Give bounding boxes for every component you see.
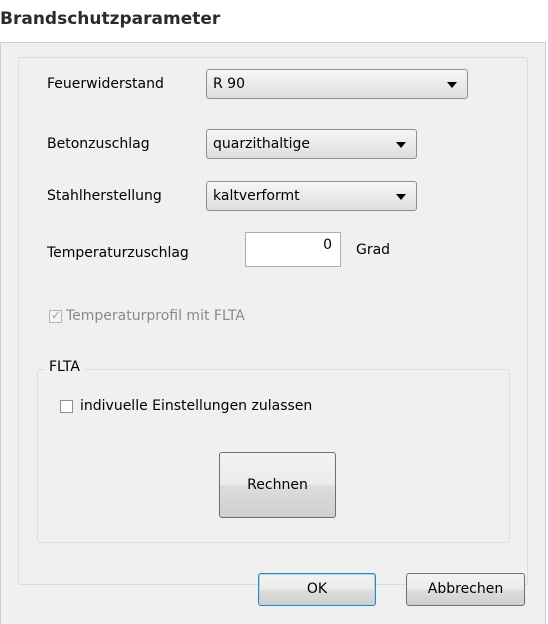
ok-button[interactable]: OK <box>258 573 376 606</box>
title-bar: Brandschutzparameter <box>0 0 548 42</box>
feuerwiderstand-dropdown[interactable]: R 90 <box>206 69 468 99</box>
temperaturzuschlag-label: Temperaturzuschlag <box>47 245 189 261</box>
temperaturzuschlag-unit: Grad <box>356 242 391 258</box>
temperaturprofil-label: Temperaturprofil mit FLTA <box>66 308 245 324</box>
temperaturprofil-checkbox <box>49 308 62 323</box>
feuerwiderstand-label: Feuerwiderstand <box>47 76 164 92</box>
abbrechen-button[interactable]: Abbrechen <box>406 573 525 606</box>
stahlherstellung-value: kaltverformt <box>213 188 300 204</box>
rechnen-button[interactable]: Rechnen <box>219 452 336 518</box>
chevron-down-icon <box>396 194 406 200</box>
window-title: Brandschutzparameter <box>0 9 221 29</box>
individuelle-einstellungen-checkbox[interactable] <box>60 400 73 413</box>
stahlherstellung-dropdown[interactable]: kaltverformt <box>206 181 417 211</box>
chevron-down-icon <box>396 142 406 148</box>
betonzuschlag-dropdown[interactable]: quarzithaltige <box>206 129 417 159</box>
chevron-down-icon <box>447 82 457 88</box>
betonzuschlag-value: quarzithaltige <box>213 136 311 152</box>
individuelle-einstellungen-label[interactable]: indivuelle Einstellungen zulassen <box>80 398 312 414</box>
flta-group-title: FLTA <box>45 359 84 375</box>
feuerwiderstand-value: R 90 <box>213 76 245 92</box>
temperaturzuschlag-input[interactable]: 0 <box>245 232 341 267</box>
betonzuschlag-label: Betonzuschlag <box>47 136 150 152</box>
stahlherstellung-label: Stahlherstellung <box>47 188 162 204</box>
temperaturzuschlag-value: 0 <box>323 237 332 253</box>
